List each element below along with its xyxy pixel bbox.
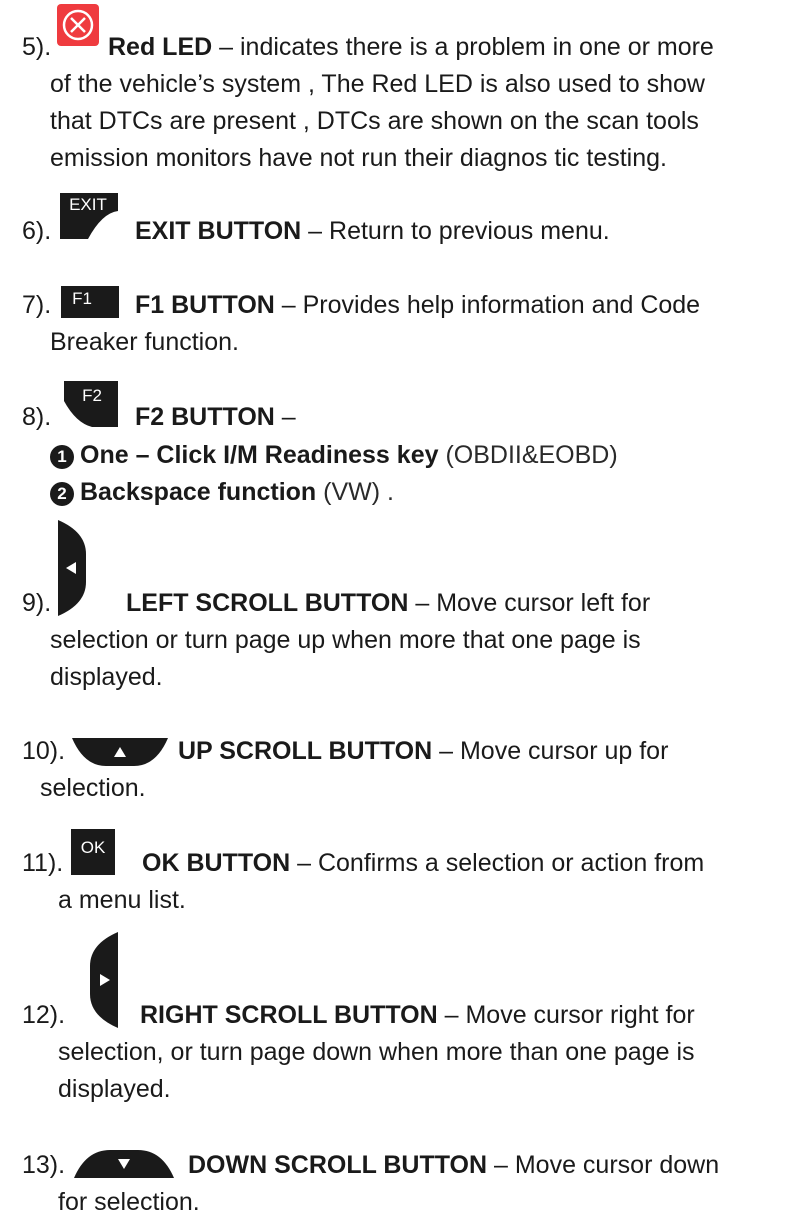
item-8-sub-2: 2 Backspace function (VW) . [50,477,394,507]
item-11-number: 11). [22,849,64,877]
item-10-line-2: selection. [40,774,146,802]
item-9-line-3: displayed. [50,663,163,691]
down-arrow-key-icon [74,1150,174,1178]
left-arrow-key-icon [58,520,86,616]
f2-key-icon: F2 [64,381,118,427]
exit-key-icon: EXIT [60,193,118,239]
item-6-heading: EXIT BUTTON – Return to previous menu. [135,216,610,246]
item-5-line-3: that DTCs are present , DTCs are shown o… [50,107,699,135]
item-12-line-3: displayed. [58,1075,171,1103]
item-5-line-4: emission monitors have not run their dia… [50,144,667,172]
item-11-title: OK BUTTON [142,849,291,877]
item-5-line-1: – indicates there is a problem in one or… [212,33,714,61]
item-11-line-2: a menu list. [58,886,186,914]
item-12-heading: RIGHT SCROLL BUTTON – Move cursor right … [140,1000,695,1030]
item-6-number: 6). [22,217,52,245]
f1-key-label: F1 [72,289,92,308]
f1-key-icon: F1 [61,286,119,318]
item-8-line-1: – [274,403,296,431]
item-13-heading: DOWN SCROLL BUTTON – Move cursor down [188,1150,719,1180]
item-8-number: 8). [22,403,52,431]
item-9-number: 9). [22,589,52,617]
item-8-title: F2 BUTTON [135,403,275,431]
item-9-title: LEFT SCROLL BUTTON [126,589,409,617]
item-6-title: EXIT BUTTON [135,217,302,245]
red-led-x-icon [57,4,99,46]
up-arrow-key-icon [72,738,168,766]
item-10-line-1: – Move cursor up for [432,737,669,765]
item-12-line-1: – Move cursor right for [437,1001,695,1029]
item-13-line-1: – Move cursor down [487,1151,720,1179]
item-13-title: DOWN SCROLL BUTTON [188,1151,488,1179]
item-11-heading: OK BUTTON – Confirms a selection or acti… [142,848,704,878]
item-6-line-1: – Return to previous menu. [301,217,610,245]
item-5-title: Red LED [108,33,213,61]
f2-key-label: F2 [82,386,102,405]
item-11-line-1: – Confirms a selection or action from [290,849,705,877]
item-9-line-1: – Move cursor left for [408,589,651,617]
item-5-first-line: 5). [22,32,51,62]
item-8-sub-2-title: Backspace function [80,478,317,506]
item-7-title: F1 BUTTON [135,291,275,319]
item-7-line-1: – Provides help information and Code [274,291,701,319]
item-10-heading: UP SCROLL BUTTON – Move cursor up for [178,736,668,766]
item-8-sub-1: 1 One – Click I/M Readiness key (OBDII&EO… [50,440,618,470]
item-10-title: UP SCROLL BUTTON [178,737,433,765]
item-5-line-2: of the vehicle’s system , The Red LED is… [50,70,705,98]
item-8-sub-1-title: One – Click I/M Readiness key [80,441,439,469]
item-5-number: 5). [22,33,52,61]
item-13-number: 13). [22,1151,66,1179]
item-8-sub-1-note: (OBDII&EOBD) [438,441,618,469]
item-7-number: 7). [22,291,52,319]
number-badge-1-icon: 1 [50,445,74,469]
item-5-heading: Red LED – indicates there is a problem i… [108,32,714,62]
item-12-title: RIGHT SCROLL BUTTON [140,1001,438,1029]
item-8-heading: F2 BUTTON – [135,402,296,432]
ok-key-label: OK [81,838,106,857]
item-9-line-2: selection or turn page up when more that… [50,626,641,654]
item-13-line-2: for selection. [58,1188,200,1216]
right-arrow-key-icon [90,932,118,1028]
ok-key-icon: OK [71,829,115,875]
item-12-number: 12). [22,1001,66,1029]
exit-key-label: EXIT [69,195,107,214]
item-7-line-2: Breaker function. [50,328,239,356]
item-9-heading: LEFT SCROLL BUTTON – Move cursor left fo… [126,588,650,618]
item-12-line-2: selection, or turn page down when more t… [58,1038,695,1066]
item-8-sub-2-note: (VW) . [316,478,394,506]
item-7-heading: F1 BUTTON – Provides help information an… [135,290,700,320]
number-badge-2-icon: 2 [50,482,74,506]
item-10-number: 10). [22,737,66,765]
